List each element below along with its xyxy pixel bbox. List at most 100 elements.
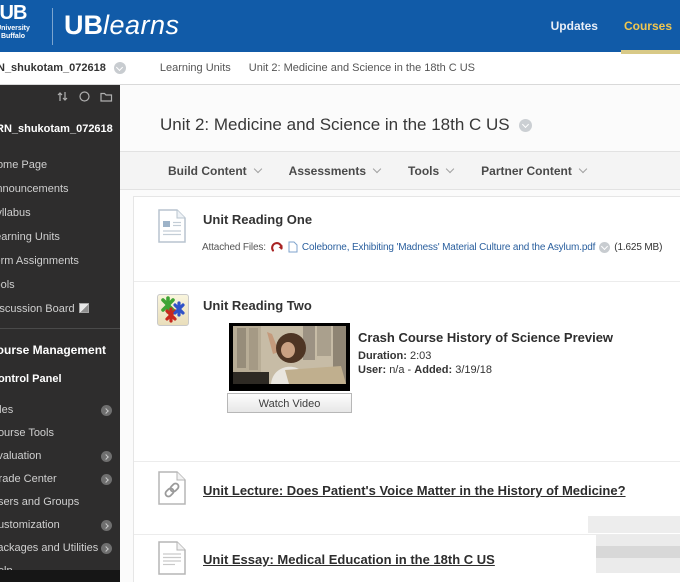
- video-user-row: User: n/a - Added: 3/19/18: [358, 364, 492, 376]
- page-title: Unit 2: Medicine and Science in the 18th…: [160, 115, 532, 135]
- added-value: 3/19/18: [455, 364, 492, 376]
- video-duration-row: Duration: 2:03: [358, 350, 431, 362]
- breadcrumb-learning-units[interactable]: Learning Units: [160, 62, 231, 74]
- chevron-down-circle-icon[interactable]: [114, 62, 126, 74]
- partner-content-button[interactable]: Partner Content: [481, 164, 586, 178]
- attached-pdf-link[interactable]: Coleborne, Exhibiting 'Madness' Material…: [302, 242, 595, 253]
- content-document-icon: [158, 209, 186, 243]
- sidebar-item-customization[interactable]: Customization: [0, 514, 120, 537]
- video-title: Crash Course History of Science Preview: [358, 330, 613, 345]
- users-groups-label: Users and Groups: [0, 496, 79, 508]
- chevron-down-icon: [446, 165, 454, 173]
- refresh-icon[interactable]: [78, 90, 91, 103]
- folder-icon[interactable]: [100, 90, 113, 103]
- top-nav: Updates Courses: [551, 0, 672, 52]
- item-link-unit-lecture[interactable]: Unit Lecture: Does Patient's Voice Matte…: [203, 483, 626, 498]
- sidebar-course-management-header: Course Management: [0, 343, 106, 357]
- sidebar-item-term-assignments[interactable]: Term Assignments: [0, 249, 120, 273]
- redacted-region: [596, 546, 680, 558]
- sidebar-bottom-bar: [0, 570, 120, 582]
- top-header: UB University Buffalo UBlearns Updates C…: [0, 0, 680, 52]
- reorder-arrows-icon[interactable]: [56, 90, 69, 103]
- sidebar-menu: Home Page Announcements Syllabus Learnin…: [0, 153, 120, 321]
- sidebar-item-files[interactable]: Files: [0, 399, 120, 422]
- main-content: Unit 2: Medicine and Science in the 18th…: [120, 85, 680, 582]
- meta-separator: -: [408, 364, 412, 376]
- evaluation-label: Evaluation: [0, 450, 41, 462]
- files-label: Files: [0, 404, 13, 416]
- expand-arrow-icon[interactable]: [101, 543, 112, 554]
- breadcrumb-course-id[interactable]: N_shukotam_072618: [0, 62, 106, 74]
- nav-tab-updates[interactable]: Updates: [551, 19, 598, 33]
- ub-logo-mark: UB: [0, 3, 39, 23]
- ub-logo: UB University Buffalo: [0, 3, 39, 41]
- sidebar-item-evaluation[interactable]: Evaluation: [0, 445, 120, 468]
- user-label: User:: [358, 364, 386, 376]
- pdf-file-icon: [288, 241, 298, 253]
- sidebar-item-packages-utilities[interactable]: Packages and Utilities: [0, 537, 120, 560]
- ublearns-wordmark: UBlearns: [64, 9, 180, 41]
- sidebar-item-learning-units[interactable]: Learning Units: [0, 225, 120, 249]
- chevron-down-icon: [373, 165, 381, 173]
- courses-active-underline: [621, 50, 680, 54]
- item-divider: [134, 281, 680, 282]
- logo-divider: [52, 8, 53, 45]
- customization-label: Customization: [0, 519, 60, 531]
- ub-logo-line2: Buffalo: [0, 33, 39, 41]
- attached-files-label: Attached Files:: [202, 242, 266, 253]
- sidebar-utility-icons: [56, 90, 113, 103]
- red-gauge-icon: [270, 241, 284, 253]
- sidebar-item-discussion-board[interactable]: Discussion Board: [0, 297, 120, 321]
- sidebar-item-users-and-groups[interactable]: Users and Groups: [0, 491, 120, 514]
- item-divider: [134, 461, 680, 462]
- build-content-label: Build Content: [168, 164, 247, 178]
- sidebar-item-syllabus[interactable]: Syllabus: [0, 201, 120, 225]
- watch-video-button[interactable]: Watch Video: [227, 393, 352, 413]
- course-tools-label: Course Tools: [0, 427, 54, 439]
- item-link-unit-essay[interactable]: Unit Essay: Medical Education in the 18t…: [203, 552, 495, 567]
- packages-utilities-label: Packages and Utilities: [0, 542, 98, 554]
- external-window-icon: [79, 303, 89, 313]
- redacted-region: [588, 516, 680, 533]
- item-title-reading-two[interactable]: Unit Reading Two: [203, 298, 312, 313]
- assessments-button[interactable]: Assessments: [289, 164, 380, 178]
- chevron-down-circle-icon[interactable]: [519, 119, 532, 132]
- item-title-reading-one[interactable]: Unit Reading One: [203, 212, 312, 227]
- expand-arrow-icon[interactable]: [101, 405, 112, 416]
- sidebar-item-course-tools[interactable]: Course Tools: [0, 422, 120, 445]
- sidebar-control-panel[interactable]: Control Panel: [0, 373, 62, 385]
- user-value: n/a: [389, 364, 404, 376]
- added-label: Added:: [414, 364, 452, 376]
- build-content-button[interactable]: Build Content: [168, 164, 261, 178]
- breadcrumb-current: Unit 2: Medicine and Science in the 18th…: [249, 62, 475, 74]
- video-thumbnail[interactable]: [229, 323, 350, 391]
- chevron-down-circle-icon[interactable]: [599, 242, 610, 253]
- chevron-down-icon: [253, 165, 261, 173]
- sidebar-item-announcements[interactable]: Announcements: [0, 177, 120, 201]
- grade-center-label: Grade Center: [0, 473, 57, 485]
- assessments-label: Assessments: [289, 164, 366, 178]
- tools-button[interactable]: Tools: [408, 164, 453, 178]
- sidebar-management-menu: Files Course Tools Evaluation Grade Cent…: [0, 399, 120, 582]
- expand-arrow-icon[interactable]: [101, 520, 112, 531]
- sidebar-item-home-page[interactable]: Home Page: [0, 153, 120, 177]
- page-title-text: Unit 2: Medicine and Science in the 18th…: [160, 115, 510, 135]
- nav-tab-courses[interactable]: Courses: [624, 19, 672, 33]
- wordmark-bold: UB: [64, 10, 103, 40]
- course-sidebar: RN_shukotam_072618 Home Page Announcemen…: [0, 85, 120, 582]
- mashup-icon: [157, 294, 189, 326]
- text-document-icon: [158, 541, 186, 575]
- ub-logo-line1: University: [0, 25, 39, 33]
- expand-arrow-icon[interactable]: [101, 474, 112, 485]
- sidebar-item-tools[interactable]: Tools: [0, 273, 120, 297]
- expand-arrow-icon[interactable]: [101, 451, 112, 462]
- chevron-down-icon: [579, 165, 587, 173]
- tools-label: Tools: [408, 164, 439, 178]
- action-bar: Build Content Assessments Tools Partner …: [120, 151, 680, 190]
- sidebar-item-grade-center[interactable]: Grade Center: [0, 468, 120, 491]
- breadcrumb: N_shukotam_072618 Learning Units Unit 2:…: [0, 52, 680, 85]
- duration-value: 2:03: [410, 350, 431, 362]
- app: UB University Buffalo UBlearns Updates C…: [0, 0, 680, 582]
- sidebar-course-title[interactable]: RN_shukotam_072618: [0, 123, 113, 135]
- partner-content-label: Partner Content: [481, 164, 572, 178]
